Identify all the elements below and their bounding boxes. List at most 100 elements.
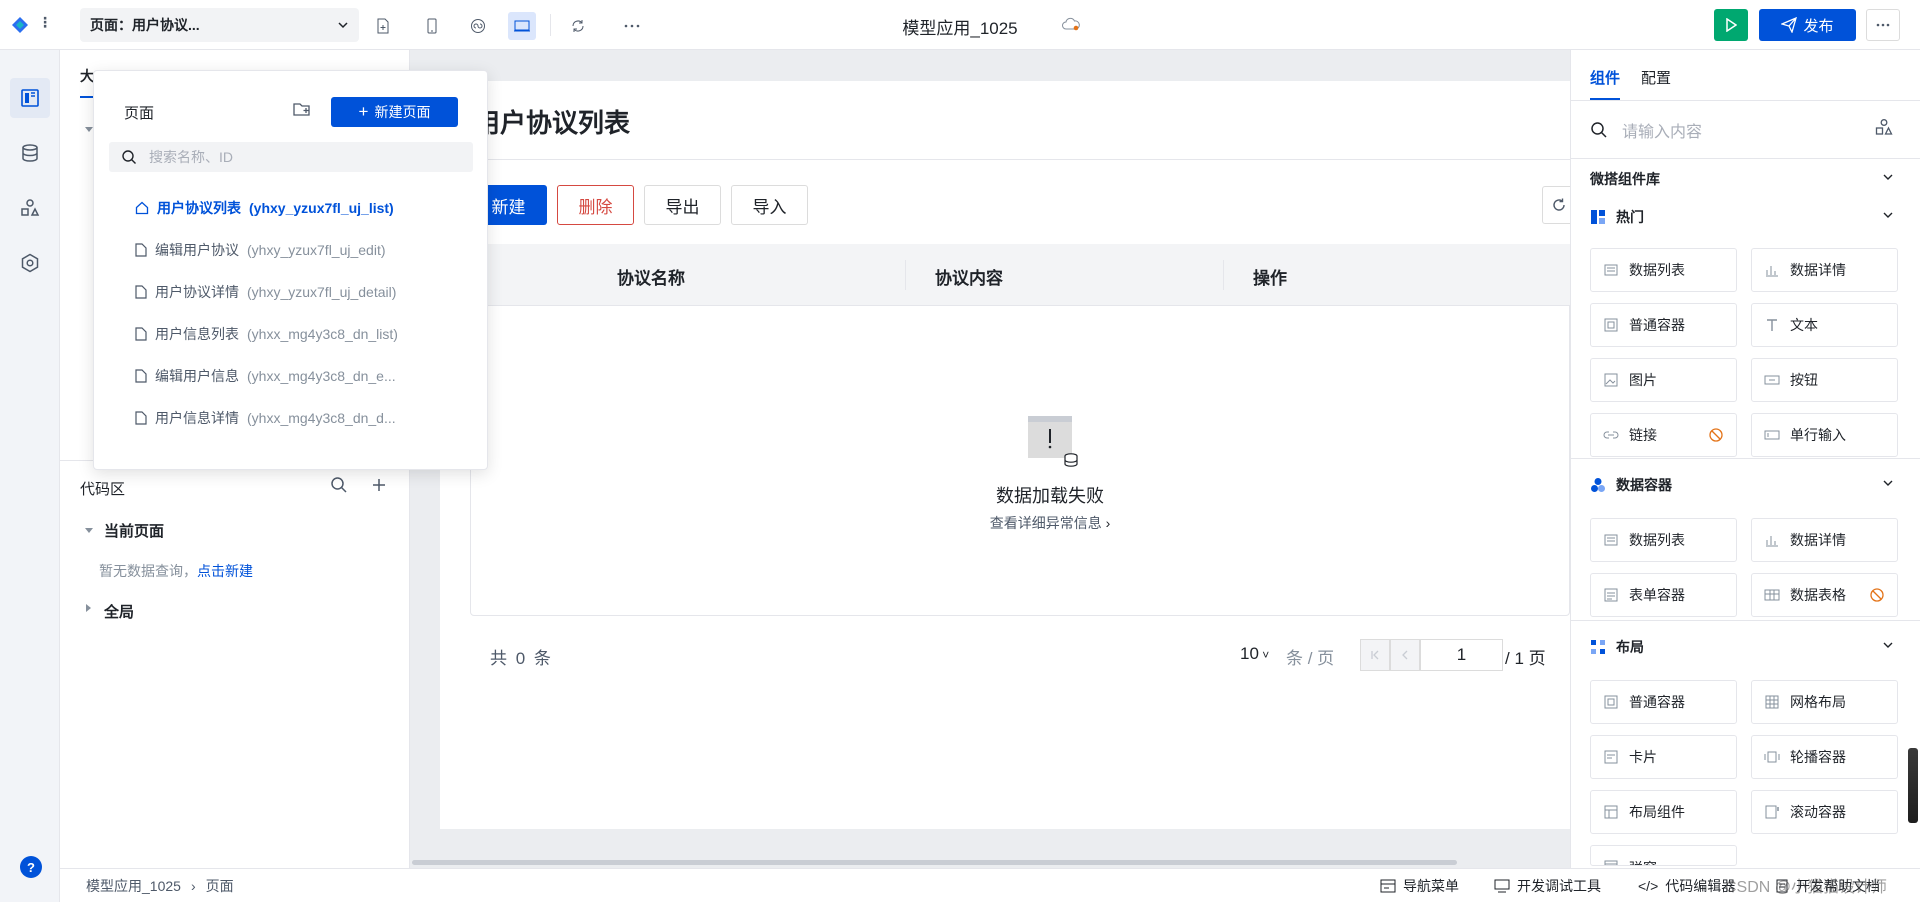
create-query-link[interactable]: 点击新建 <box>197 563 253 579</box>
component-icon <box>1764 427 1780 443</box>
run-button[interactable] <box>1714 9 1748 41</box>
component-item[interactable]: 单行输入 <box>1751 413 1898 457</box>
library-header[interactable]: 微搭组件库 <box>1590 169 1660 189</box>
mobile-view-icon[interactable] <box>418 12 446 40</box>
page-list-item[interactable]: 编辑用户信息 (yhxx_mg4y3c8_dn_e... <box>135 364 396 388</box>
section-header[interactable]: 热门 <box>1590 207 1644 227</box>
add-folder-icon[interactable] <box>293 101 311 117</box>
tree-toggle-icon[interactable] <box>85 127 93 132</box>
panel-scrollbar[interactable] <box>1908 748 1918 823</box>
component-item[interactable]: 卡片 <box>1590 735 1737 779</box>
page-search-input[interactable]: 搜索名称、ID <box>109 142 473 172</box>
dev-tools-label: 开发调试工具 <box>1517 878 1601 894</box>
horizontal-scrollbar[interactable] <box>412 860 1457 865</box>
help-icon[interactable]: ? <box>20 856 42 878</box>
component-item[interactable]: 普通容器 <box>1590 680 1737 724</box>
component-library-icon[interactable] <box>1875 118 1893 136</box>
page-number-input[interactable]: 1 <box>1420 639 1503 671</box>
section-divider <box>1571 458 1920 459</box>
component-label: 普通容器 <box>1629 317 1685 333</box>
layout-icon[interactable] <box>10 78 50 118</box>
component-item[interactable]: 按钮 <box>1751 358 1898 402</box>
component-item[interactable]: 链接 <box>1590 413 1737 457</box>
component-item[interactable]: 弹窗 <box>1590 845 1737 866</box>
current-page-node[interactable]: 当前页面 <box>104 520 164 541</box>
page-selector[interactable]: 页面：用户协议... <box>80 8 359 42</box>
component-item[interactable]: 普通容器 <box>1590 303 1737 347</box>
component-item[interactable]: 图片 <box>1590 358 1737 402</box>
unsupported-icon <box>1708 427 1724 443</box>
page-list-item[interactable]: 用户信息详情 (yhxx_mg4y3c8_dn_d... <box>135 406 396 430</box>
component-icon <box>1603 372 1619 388</box>
refresh-icon[interactable] <box>564 12 592 40</box>
error-detail-label: 查看详细异常信息 <box>989 515 1102 531</box>
new-page-button[interactable]: + 新建页面 <box>331 97 458 127</box>
chevron-down-icon[interactable] <box>1882 209 1894 221</box>
component-item[interactable]: 表单容器 <box>1590 573 1737 617</box>
component-item[interactable]: 数据表格 <box>1751 573 1898 617</box>
error-detail-link[interactable]: 查看详细异常信息 › <box>940 513 1160 533</box>
section-title: 数据容器 <box>1616 477 1672 493</box>
component-item[interactable]: 数据列表 <box>1590 248 1737 292</box>
settings-icon[interactable] <box>10 243 50 283</box>
tab-components[interactable]: 组件 <box>1590 67 1620 88</box>
component-icon <box>1603 587 1619 603</box>
component-label: 网格布局 <box>1790 694 1846 710</box>
component-item[interactable]: 网格布局 <box>1751 680 1898 724</box>
components-icon[interactable] <box>10 188 50 228</box>
component-item[interactable]: 文本 <box>1751 303 1898 347</box>
page-list-item[interactable]: 用户信息列表 (yhxx_mg4y3c8_dn_list) <box>135 322 398 346</box>
first-page-icon[interactable] <box>1360 639 1390 671</box>
tab-config[interactable]: 配置 <box>1641 67 1671 88</box>
component-label: 普通容器 <box>1629 694 1685 710</box>
component-item[interactable]: 数据列表 <box>1590 518 1737 562</box>
desktop-view-icon[interactable] <box>508 12 536 40</box>
component-icon <box>1603 858 1619 865</box>
breadcrumb-item[interactable]: 页面 <box>206 876 234 896</box>
publish-button[interactable]: 发布 <box>1759 9 1856 41</box>
add-icon[interactable] <box>370 476 388 494</box>
page-list-item[interactable]: 用户协议列表 (yhxy_yzux7fl_uj_list) <box>135 196 394 220</box>
page-list-item[interactable]: 编辑用户协议 (yhxy_yzux7fl_uj_edit) <box>135 238 386 262</box>
component-item[interactable]: 数据详情 <box>1751 248 1898 292</box>
page-list-item[interactable]: 用户协议详情 (yhxy_yzux7fl_uj_detail) <box>135 280 396 304</box>
section-header[interactable]: 数据容器 <box>1590 475 1672 495</box>
component-item[interactable]: 滚动容器 <box>1751 790 1898 834</box>
component-item[interactable]: 数据详情 <box>1751 518 1898 562</box>
global-node[interactable]: 全局 <box>104 601 134 622</box>
section-header[interactable]: 布局 <box>1590 637 1644 657</box>
app-menu-dots-icon[interactable]: ⋮ <box>38 14 52 31</box>
nav-menu-button[interactable]: 导航菜单 <box>1380 876 1459 896</box>
delete-button[interactable]: 删除 <box>557 185 634 225</box>
chevron-down-icon[interactable] <box>1882 639 1894 651</box>
component-icon <box>1603 317 1619 333</box>
component-item[interactable]: 布局组件 <box>1590 790 1737 834</box>
component-search-input[interactable]: 请输入内容 <box>1590 115 1900 145</box>
page-id: (yhxy_yzux7fl_uj_detail) <box>247 284 397 300</box>
add-page-icon[interactable] <box>369 12 397 40</box>
component-icon <box>1764 804 1780 820</box>
chevron-down-icon[interactable] <box>1882 477 1894 489</box>
component-item[interactable]: 轮播容器 <box>1751 735 1898 779</box>
code-editor-button[interactable]: </> 代码编辑器 <box>1638 876 1735 896</box>
expand-icon[interactable] <box>85 528 93 533</box>
mini-program-icon[interactable] <box>464 12 492 40</box>
component-label: 弹窗 <box>1629 858 1657 865</box>
chevron-down-icon[interactable] <box>1882 171 1894 183</box>
search-icon[interactable] <box>330 476 348 494</box>
database-icon[interactable] <box>10 133 50 173</box>
page-size-select[interactable]: 10 ˅ <box>1240 644 1269 664</box>
app-logo-icon[interactable] <box>8 13 32 37</box>
prev-page-icon[interactable] <box>1390 639 1420 671</box>
collapse-icon[interactable] <box>86 604 91 612</box>
more-actions-button[interactable] <box>1866 9 1900 41</box>
breadcrumb-item[interactable]: 模型应用_1025 <box>86 876 181 896</box>
export-button[interactable]: 导出 <box>644 185 721 225</box>
more-icon[interactable] <box>618 12 646 40</box>
dev-tools-button[interactable]: 开发调试工具 <box>1494 876 1601 896</box>
component-icon <box>1764 317 1780 333</box>
outline-tab[interactable]: 大 <box>80 66 94 86</box>
breadcrumb: 模型应用_1025 › 页面 <box>86 876 234 896</box>
column-header: 协议内容 <box>935 269 1003 288</box>
import-button[interactable]: 导入 <box>731 185 808 225</box>
